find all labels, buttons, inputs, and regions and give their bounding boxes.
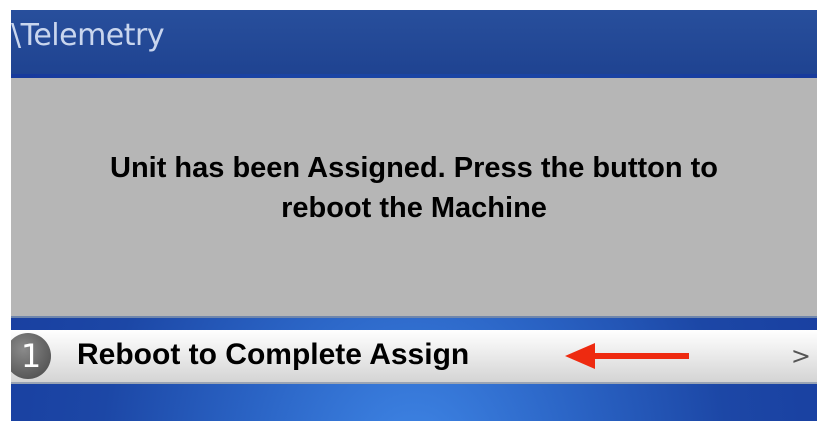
arrow-left-icon — [565, 343, 689, 369]
title-bar: \Telemetry — [11, 10, 817, 74]
message-panel: Unit has been Assigned. Press the button… — [11, 78, 817, 318]
status-message: Unit has been Assigned. Press the button… — [11, 148, 817, 228]
chevron-right-icon: > — [790, 342, 811, 370]
status-message-line-2: reboot the Machine — [281, 192, 547, 224]
menu-item-number-badge: 1 — [11, 333, 51, 379]
screen-title: \Telemetry — [11, 18, 165, 53]
reboot-menu-item[interactable]: 1 Reboot to Complete Assign > — [11, 330, 817, 384]
status-message-line-1: Unit has been Assigned. Press the button… — [110, 152, 718, 184]
telemetry-screen: \Telemetry Unit has been Assigned. Press… — [11, 10, 817, 421]
menu-item-label: Reboot to Complete Assign — [77, 338, 470, 371]
